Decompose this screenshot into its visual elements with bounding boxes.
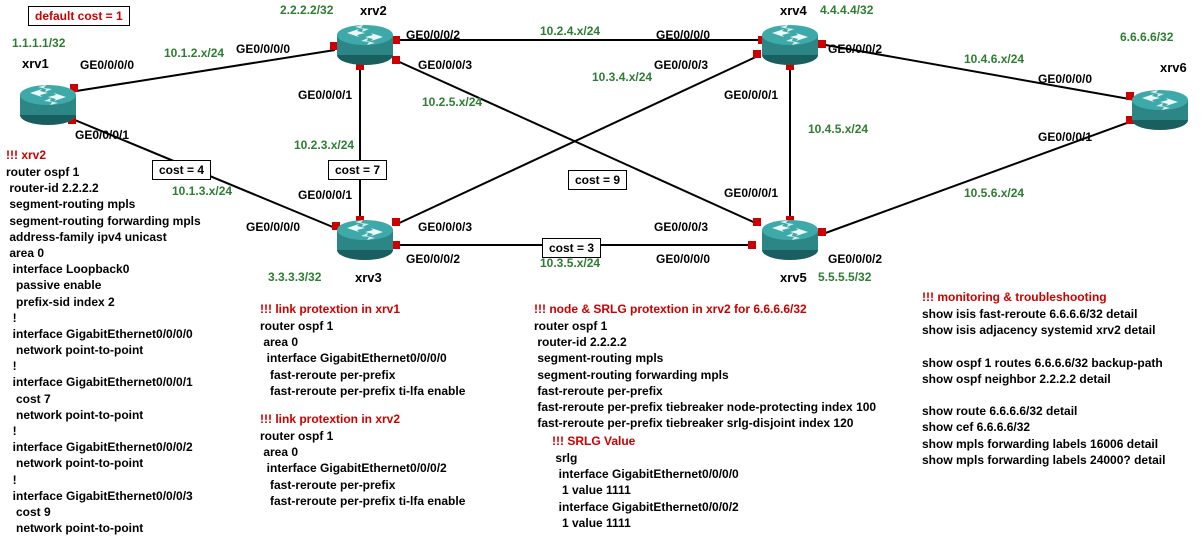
cfg-node-hdr: !!! node & SRLG protextion in xrv2 for 6…: [534, 302, 807, 316]
iface: GE0/0/0/1: [75, 128, 129, 142]
subnet: 10.2.5.x/24: [422, 95, 482, 109]
subnet: 10.2.4.x/24: [540, 24, 600, 38]
iface: GE0/0/0/3: [418, 58, 472, 72]
iface: GE0/0/0/0: [1038, 72, 1092, 86]
cfg-mon-hdr: !!! monitoring & troubleshooting: [922, 290, 1107, 304]
cfg-link1: router ospf 1 area 0 interface GigabitEt…: [260, 318, 465, 399]
iface: GE0/0/0/1: [1038, 130, 1092, 144]
iface: GE0/0/0/3: [654, 58, 708, 72]
subnet: 10.4.5.x/24: [808, 122, 868, 136]
cfg-link2-hdr: !!! link protextion in xrv2: [260, 412, 400, 426]
router-icon: [20, 85, 76, 125]
cfg-node: router ospf 1 router-id 2.2.2.2 segment-…: [534, 318, 876, 431]
iface: GE0/0/0/1: [298, 88, 352, 102]
router-icon: [762, 220, 818, 260]
cfg-link2: router ospf 1 area 0 interface GigabitEt…: [260, 428, 465, 509]
router-icon: [1132, 90, 1188, 130]
router-icon: [337, 25, 393, 65]
iface: GE0/0/0/3: [418, 220, 472, 234]
xrv3-addr: 3.3.3.3/32: [268, 270, 321, 284]
xrv2-addr: 2.2.2.2/32: [280, 3, 333, 17]
iface: GE0/0/0/0: [236, 42, 290, 56]
subnet: 10.3.5.x/24: [540, 256, 600, 270]
xrv1-addr: 1.1.1.1/32: [12, 36, 65, 50]
subnet: 10.4.6.x/24: [964, 52, 1024, 66]
iface: GE0/0/0/0: [246, 220, 300, 234]
cost-box: cost = 3: [542, 238, 601, 258]
iface: GE0/0/0/0: [656, 252, 710, 266]
cost-box: cost = 7: [328, 160, 387, 180]
iface: GE0/0/0/2: [828, 252, 882, 266]
router-icon: [762, 25, 818, 65]
cost-box: cost = 9: [568, 170, 627, 190]
iface: GE0/0/0/0: [80, 58, 134, 72]
subnet: 10.2.3.x/24: [294, 138, 354, 152]
xrv1-label: xrv1: [22, 56, 49, 71]
xrv5-addr: 5.5.5.5/32: [818, 270, 871, 284]
subnet: 10.1.2.x/24: [164, 46, 224, 60]
iface: GE0/0/0/2: [828, 42, 882, 56]
xrv2-label: xrv2: [360, 3, 387, 18]
xrv3-label: xrv3: [355, 270, 382, 285]
cfg-mon: show isis fast-reroute 6.6.6.6/32 detail…: [922, 306, 1165, 468]
cfg-link1-hdr: !!! link protextion in xrv1: [260, 302, 400, 316]
iface: GE0/0/0/1: [724, 186, 778, 200]
xrv6-addr: 6.6.6.6/32: [1120, 30, 1173, 44]
iface: GE0/0/0/1: [298, 188, 352, 202]
cfg-xrv2-hdr: !!! xrv2: [6, 148, 46, 162]
cfg-srlg: srlg interface GigabitEthernet0/0/0/0 1 …: [552, 450, 739, 531]
xrv4-label: xrv4: [780, 3, 807, 18]
iface: GE0/0/0/2: [406, 28, 460, 42]
xrv4-addr: 4.4.4.4/32: [820, 3, 873, 17]
router-icon: [337, 220, 393, 260]
iface: GE0/0/0/3: [654, 220, 708, 234]
xrv6-label: xrv6: [1160, 60, 1187, 75]
xrv5-label: xrv5: [780, 270, 807, 285]
iface: GE0/0/0/2: [406, 252, 460, 266]
cfg-srlg-hdr: !!! SRLG Value: [552, 434, 635, 448]
iface: GE0/0/0/0: [656, 28, 710, 42]
subnet: 10.3.4.x/24: [592, 70, 652, 84]
default-cost-box: default cost = 1: [28, 6, 130, 26]
subnet: 10.5.6.x/24: [964, 186, 1024, 200]
cfg-xrv2: router ospf 1 router-id 2.2.2.2 segment-…: [6, 164, 201, 536]
iface: GE0/0/0/1: [724, 88, 778, 102]
